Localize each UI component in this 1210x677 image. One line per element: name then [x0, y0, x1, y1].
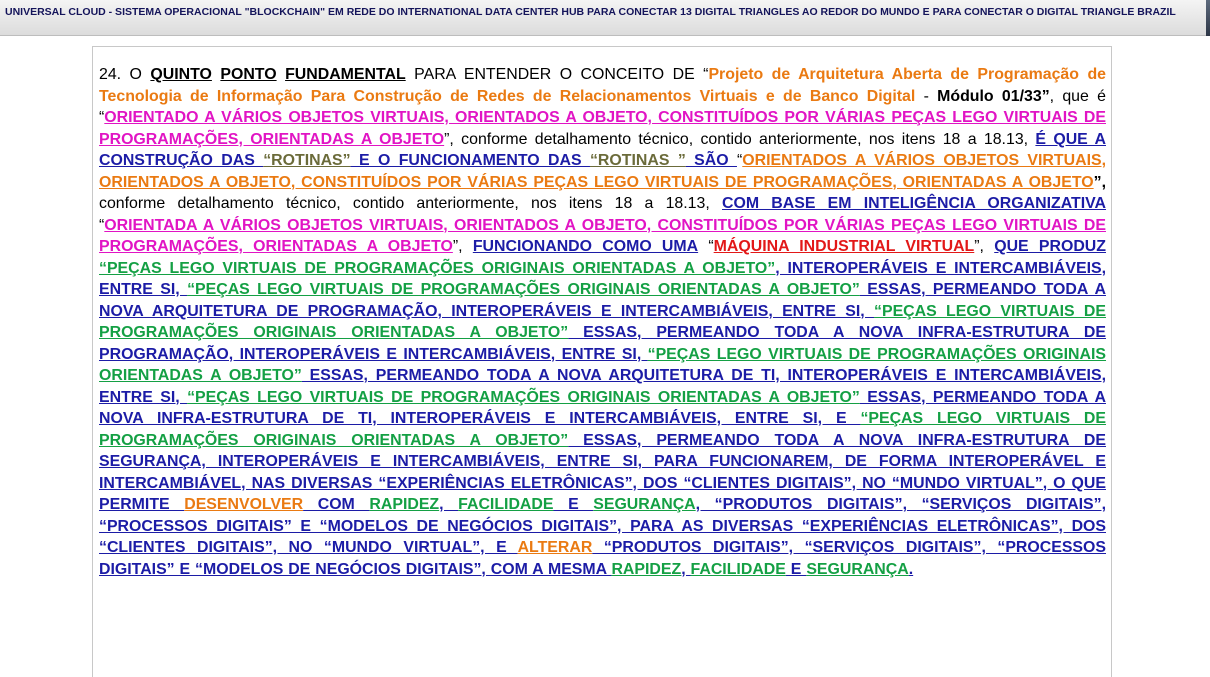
- text-segment: RAPIDEZ: [369, 496, 440, 513]
- page-header-bar: UNIVERSAL CLOUD - SISTEMA OPERACIONAL "B…: [0, 0, 1210, 36]
- text-segment: ”,: [452, 238, 473, 255]
- text-segment: FUNCIONANDO COMO UMA: [472, 238, 699, 255]
- text-segment: ,: [439, 496, 459, 513]
- text-segment: .: [908, 560, 914, 578]
- text-segment: FUNDAMENTAL: [285, 66, 406, 83]
- paragraph-24: 24. O QUINTO PONTO FUNDAMENTAL PARA ENTE…: [99, 64, 1106, 580]
- text-segment: E: [785, 560, 807, 578]
- text-segment: RAPIDEZ: [611, 560, 682, 578]
- text-segment: ALTERAR: [517, 539, 593, 556]
- document-page: 24. O QUINTO PONTO FUNDAMENTAL PARA ENTE…: [92, 46, 1112, 677]
- text-segment: DESENVOLVER: [184, 496, 304, 513]
- text-segment: Módulo 01/33”: [937, 87, 1050, 105]
- text-segment: COM BASE EM INTELIGÊNCIA ORGANIZATIVA: [722, 195, 1107, 212]
- text-segment: “PEÇAS LEGO VIRTUAIS DE PROGRAMAÇÕES ORI…: [187, 388, 860, 406]
- text-segment: PARA ENTENDER O CONCEITO DE “: [405, 66, 709, 83]
- text-segment: “PEÇAS LEGO VIRTUAIS DE PROGRAMAÇÕES ORI…: [187, 281, 860, 298]
- text-segment: COM: [303, 496, 370, 513]
- text-segment: FACILIDADE: [690, 560, 786, 578]
- text-segment: ,: [681, 560, 691, 578]
- text-segment: FACILIDADE: [458, 496, 554, 513]
- text-segment: PONTO: [220, 66, 277, 83]
- text-segment: E O FUNCIONAMENTO DAS: [350, 152, 590, 169]
- text-segment: ”,: [974, 238, 995, 255]
- text-segment: SÃO: [685, 152, 737, 169]
- text-segment: E: [553, 496, 594, 513]
- text-segment: conforme detalhamento técnico, contido a…: [99, 195, 722, 212]
- text-segment: QUE PRODUZ: [994, 238, 1106, 255]
- text-segment: SEGURANÇA: [593, 496, 696, 513]
- page-title: UNIVERSAL CLOUD - SISTEMA OPERACIONAL "B…: [5, 6, 1176, 18]
- text-segment: -: [915, 87, 938, 105]
- text-segment: “: [698, 238, 714, 255]
- text-segment: ”, conforme detalhamento técnico, contid…: [444, 130, 1036, 148]
- text-segment: SEGURANÇA: [806, 560, 909, 578]
- text-segment: “ROTINAS”: [263, 152, 351, 169]
- text-segment: ”,: [1093, 173, 1106, 191]
- text-segment: MÁQUINA INDUSTRIAL VIRTUAL: [713, 238, 975, 255]
- text-segment: “ROTINAS ”: [589, 152, 686, 169]
- text-segment: QUINTO: [150, 66, 212, 83]
- text-segment: 24. O: [99, 66, 151, 83]
- header-edge: [1206, 0, 1210, 36]
- text-segment: [277, 66, 285, 83]
- text-segment: “PEÇAS LEGO VIRTUAIS DE PROGRAMAÇÕES ORI…: [99, 259, 776, 277]
